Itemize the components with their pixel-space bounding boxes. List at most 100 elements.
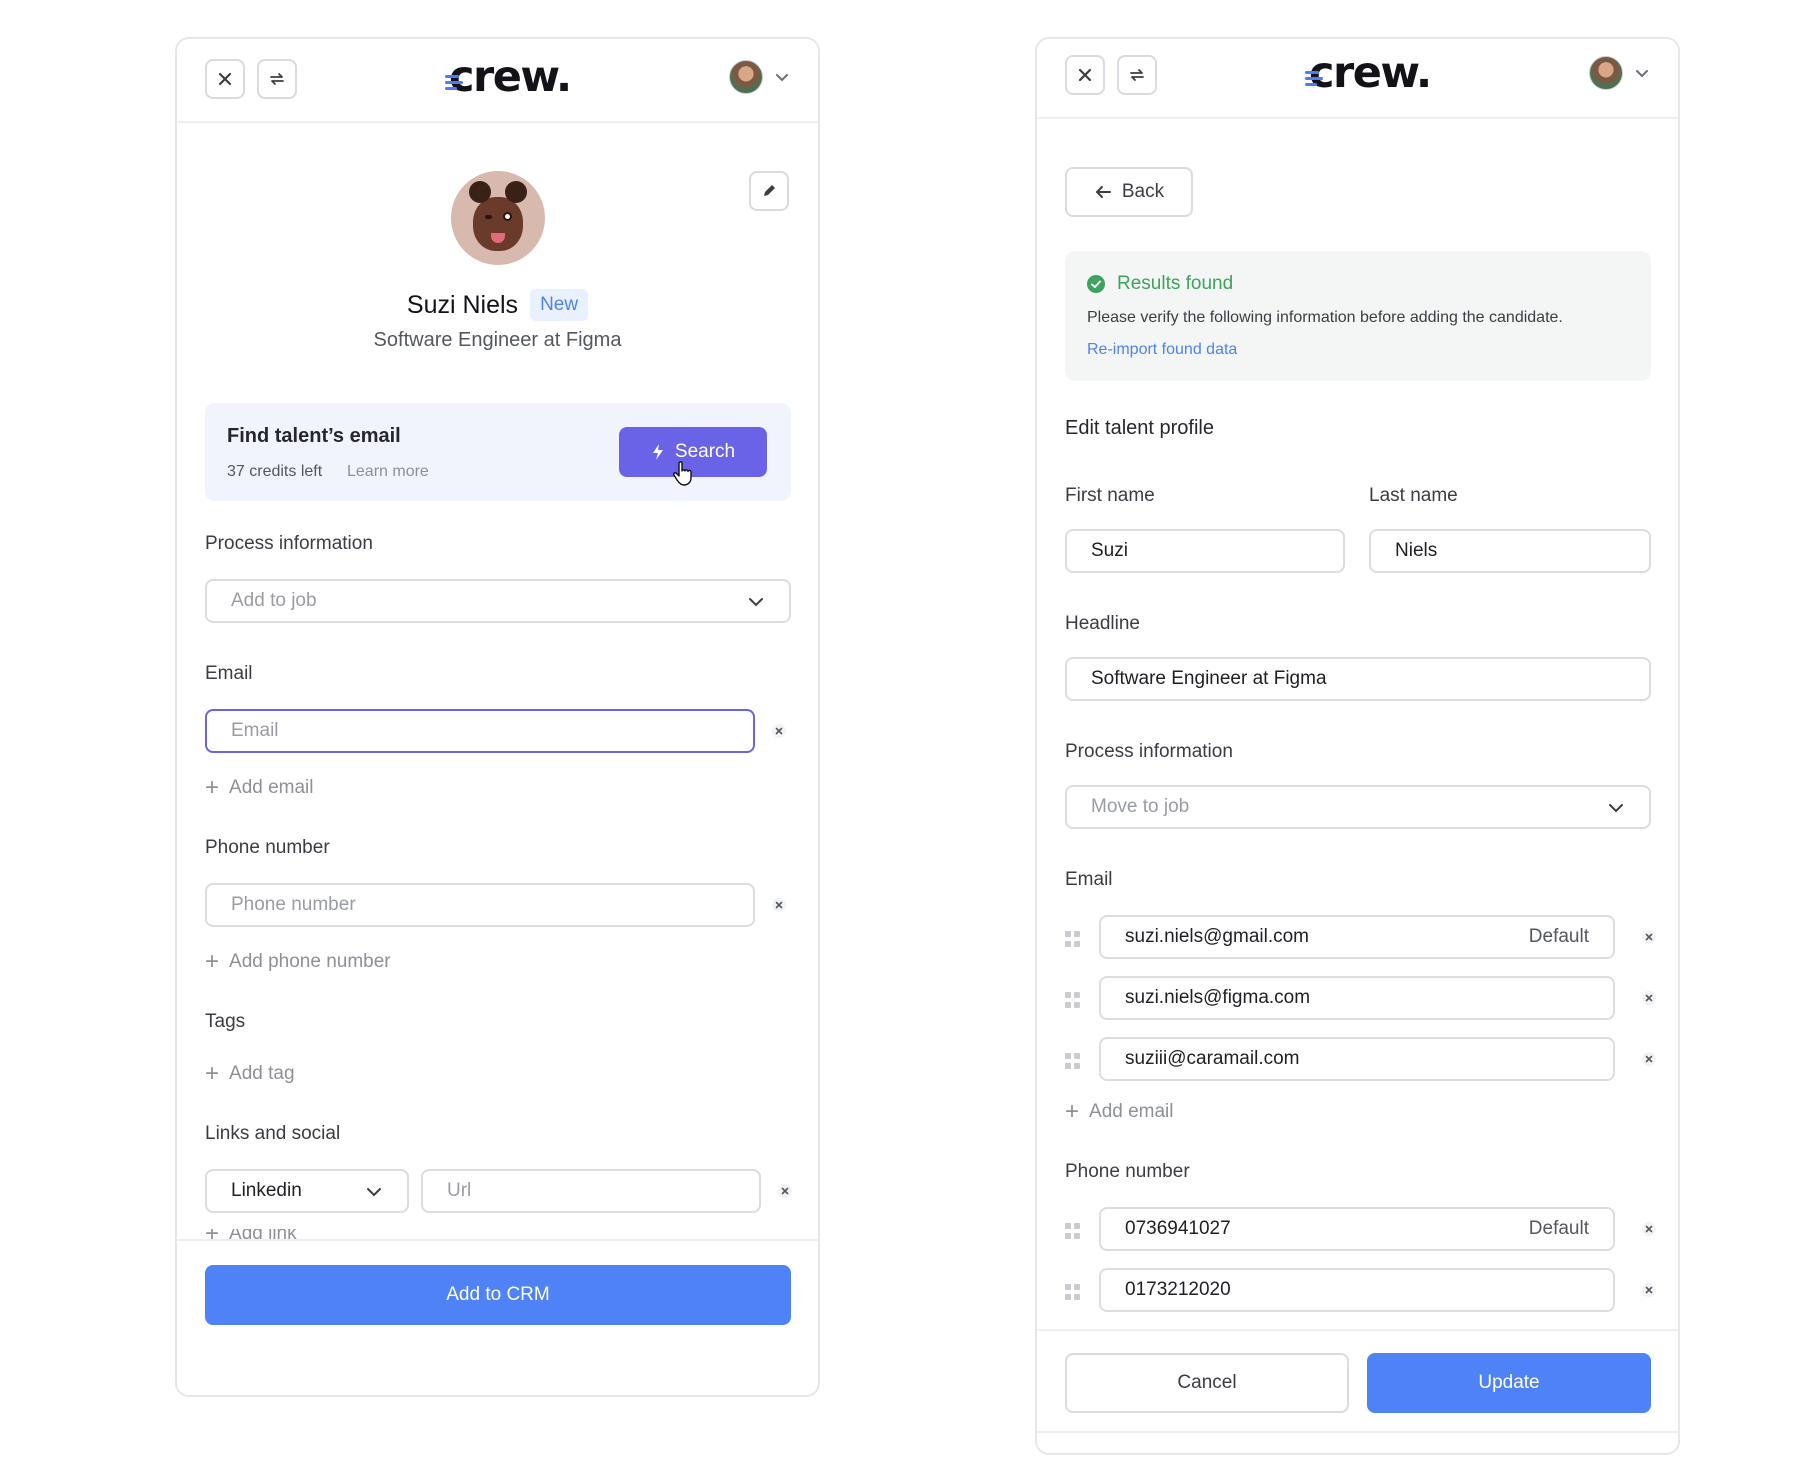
move-to-job-placeholder: Move to job	[1091, 796, 1190, 817]
add-to-job-select[interactable]: Add to job	[205, 579, 791, 623]
remove-link-button[interactable]	[777, 1183, 793, 1199]
email-label: Email	[205, 663, 253, 684]
back-label: Back	[1121, 181, 1165, 202]
logo-speed-lines	[445, 73, 463, 91]
phone-item-field[interactable]: 0736941027 Default	[1099, 1207, 1615, 1251]
drag-handle-icon[interactable]	[1065, 1053, 1081, 1071]
phone-item-value: 0173212020	[1125, 1279, 1231, 1300]
reimport-link[interactable]: Re-import found data	[1087, 341, 1237, 359]
tags-label: Tags	[205, 1011, 246, 1032]
add-email-label: Add email	[1089, 1101, 1174, 1122]
add-email-button[interactable]: + Add email	[1065, 1100, 1174, 1124]
close-small-icon	[1642, 991, 1656, 1005]
top-bar: crew.	[177, 39, 818, 123]
results-notice: Results found Please verify the followin…	[1065, 251, 1651, 381]
plus-icon: +	[1065, 1098, 1080, 1125]
remove-email-button[interactable]	[1641, 1051, 1657, 1067]
plus-icon: +	[205, 1060, 220, 1087]
email-item-value: suzi.niels@gmail.com	[1125, 926, 1310, 947]
remove-email-button[interactable]	[1641, 990, 1657, 1006]
close-small-icon	[778, 1184, 792, 1198]
search-button-label: Search	[674, 441, 736, 462]
email-item-field[interactable]: suzi.niels@gmail.com Default	[1099, 915, 1615, 959]
check-circle-icon	[1087, 275, 1105, 293]
default-tag: Default	[1528, 1218, 1589, 1239]
add-tag-button[interactable]: + Add tag	[205, 1062, 295, 1086]
close-button[interactable]	[1065, 55, 1105, 95]
logo-text: crew.	[449, 52, 572, 102]
pencil-icon	[764, 185, 775, 196]
drag-handle-icon[interactable]	[1065, 931, 1081, 949]
email-field[interactable]: Email	[205, 709, 755, 753]
add-phone-button[interactable]: + Add phone number	[205, 950, 391, 974]
account-avatar[interactable]	[729, 60, 763, 94]
add-tag-label: Add tag	[229, 1063, 295, 1084]
email-placeholder: Email	[231, 720, 279, 741]
url-field[interactable]: Url	[421, 1169, 761, 1213]
account-avatar[interactable]	[1589, 56, 1623, 90]
drag-handle-icon[interactable]	[1065, 1223, 1081, 1241]
close-small-icon	[772, 898, 786, 912]
edit-panel: crew. Back Results found Please verify t…	[1035, 37, 1680, 1455]
last-name-field[interactable]: Niels	[1369, 529, 1651, 573]
update-button[interactable]: Update	[1367, 1353, 1651, 1413]
arrow-left-icon	[1095, 186, 1111, 198]
remove-email-button[interactable]	[771, 723, 787, 739]
add-to-crm-button[interactable]: Add to CRM	[205, 1265, 791, 1325]
phone-label: Phone number	[1065, 1161, 1190, 1182]
links-label: Links and social	[205, 1123, 341, 1144]
profile-name: Suzi Niels	[406, 290, 519, 319]
phone-item-value: 0736941027	[1125, 1218, 1231, 1239]
social-network-select[interactable]: Linkedin	[205, 1169, 409, 1213]
close-icon	[1078, 68, 1092, 82]
email-item-field[interactable]: suzi.niels@figma.com	[1099, 976, 1615, 1020]
email-label: Email	[1065, 869, 1113, 890]
plus-icon: +	[205, 774, 220, 801]
sync-icon	[270, 73, 284, 85]
drag-handle-icon[interactable]	[1065, 992, 1081, 1010]
find-email-title: Find talent’s email	[227, 425, 401, 447]
last-name-value: Niels	[1395, 540, 1438, 561]
email-item-value: suziii@caramail.com	[1125, 1048, 1300, 1069]
social-network-value: Linkedin	[231, 1180, 302, 1201]
email-item-value: suzi.niels@figma.com	[1125, 987, 1311, 1008]
results-title: Results found	[1117, 273, 1234, 294]
sync-button[interactable]	[257, 59, 297, 99]
profile-name-row: Suzi Niels New	[177, 289, 818, 321]
chevron-down-icon	[749, 598, 763, 607]
cancel-button[interactable]: Cancel	[1065, 1353, 1349, 1413]
back-button[interactable]: Back	[1065, 167, 1193, 217]
phone-item-field[interactable]: 0173212020	[1099, 1268, 1615, 1312]
close-small-icon	[1642, 1283, 1656, 1297]
drag-handle-icon[interactable]	[1065, 1284, 1081, 1302]
crew-logo: crew.	[1305, 45, 1432, 101]
phone-placeholder: Phone number	[231, 894, 356, 915]
headline-label: Headline	[1065, 613, 1140, 634]
email-item-field[interactable]: suziii@caramail.com	[1099, 1037, 1615, 1081]
lightning-icon	[652, 444, 663, 460]
url-placeholder: Url	[447, 1180, 472, 1201]
add-link-label: Add link	[229, 1229, 297, 1239]
chevron-down-icon[interactable]	[774, 70, 790, 86]
headline-field[interactable]: Software Engineer at Figma	[1065, 657, 1651, 701]
add-to-job-placeholder: Add to job	[231, 590, 317, 611]
close-button[interactable]	[205, 59, 245, 99]
add-link-button[interactable]: + Add link	[205, 1229, 297, 1239]
close-small-icon	[772, 724, 786, 738]
process-label: Process information	[205, 533, 373, 554]
chevron-down-icon[interactable]	[1634, 66, 1650, 82]
move-to-job-select[interactable]: Move to job	[1065, 785, 1651, 829]
phone-field[interactable]: Phone number	[205, 883, 755, 927]
remove-phone-button[interactable]	[771, 897, 787, 913]
learn-more-link[interactable]: Learn more	[347, 463, 429, 481]
remove-email-button[interactable]	[1641, 929, 1657, 945]
sync-button[interactable]	[1117, 55, 1157, 95]
first-name-field[interactable]: Suzi	[1065, 529, 1345, 573]
remove-phone-button[interactable]	[1641, 1221, 1657, 1237]
logo-text: crew.	[1309, 48, 1432, 98]
status-badge: New	[530, 289, 589, 321]
edit-profile-button[interactable]	[749, 171, 789, 211]
add-email-button[interactable]: + Add email	[205, 776, 314, 800]
remove-phone-button[interactable]	[1641, 1282, 1657, 1298]
first-name-value: Suzi	[1091, 540, 1128, 561]
